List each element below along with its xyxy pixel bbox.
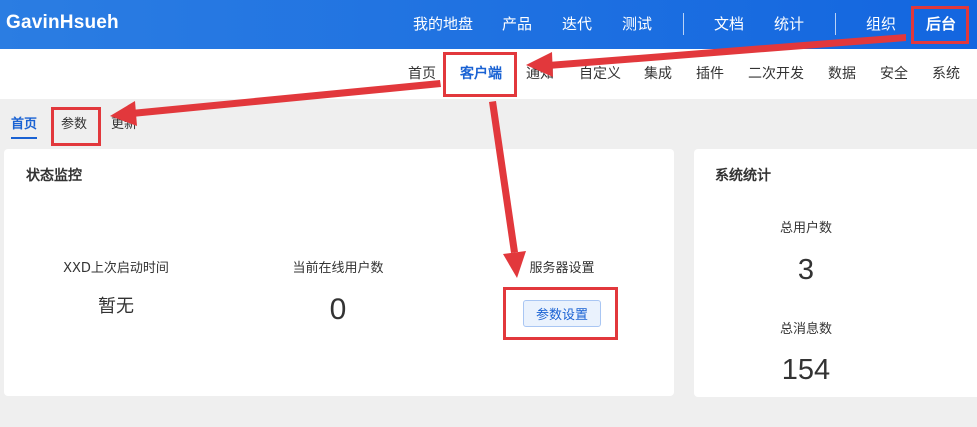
- tab-update[interactable]: 更新: [111, 117, 137, 133]
- subnav-notify[interactable]: 通知: [526, 66, 554, 83]
- xxd-start-time-label: XXD上次启动时间: [63, 261, 169, 276]
- top-navbar: GavinHsueh 我的地盘 产品 迭代 测试 文档 统计 组织 后台: [0, 0, 977, 49]
- topnav-iteration[interactable]: 迭代: [562, 15, 592, 33]
- status-monitor-title: 状态监控: [26, 168, 82, 184]
- online-users-label: 当前在线用户数: [292, 261, 384, 276]
- topnav-stats[interactable]: 统计: [774, 15, 804, 33]
- annotation-box-admin: [911, 6, 969, 44]
- subnav-home[interactable]: 首页: [408, 66, 436, 83]
- server-settings-label: 服务器设置: [529, 261, 595, 276]
- topnav-separator: [835, 13, 836, 35]
- subnav-dev[interactable]: 二次开发: [748, 66, 804, 83]
- total-messages-value: 154: [781, 354, 831, 386]
- subnav-security[interactable]: 安全: [880, 66, 908, 83]
- xxd-start-time-value: 暂无: [98, 296, 134, 317]
- system-stats-title: 系统统计: [715, 168, 771, 184]
- annotation-box-params-tab: [51, 107, 101, 146]
- topnav-org[interactable]: 组织: [866, 15, 896, 33]
- brand-logo[interactable]: GavinHsueh: [6, 12, 119, 34]
- total-users-value: 3: [797, 254, 815, 286]
- subnav-custom[interactable]: 自定义: [579, 66, 621, 83]
- subnav-data[interactable]: 数据: [828, 66, 856, 83]
- total-users-label: 总用户数: [779, 221, 832, 236]
- subnav-plugins[interactable]: 插件: [696, 66, 724, 83]
- topnav-separator: [683, 13, 684, 35]
- annotation-box-param-settings: [503, 287, 618, 340]
- annotation-box-client: [443, 52, 517, 97]
- online-users-value: 0: [329, 293, 347, 326]
- total-messages-label: 总消息数: [779, 322, 832, 337]
- subnav-integration[interactable]: 集成: [644, 66, 672, 83]
- topnav-test[interactable]: 测试: [622, 15, 652, 33]
- topnav-my-space[interactable]: 我的地盘: [413, 15, 473, 33]
- topnav-product[interactable]: 产品: [502, 15, 532, 33]
- tab-home[interactable]: 首页: [11, 117, 37, 133]
- tab-active-indicator: [11, 137, 37, 139]
- topnav-docs[interactable]: 文档: [714, 15, 744, 33]
- subnav-system[interactable]: 系统: [932, 66, 960, 83]
